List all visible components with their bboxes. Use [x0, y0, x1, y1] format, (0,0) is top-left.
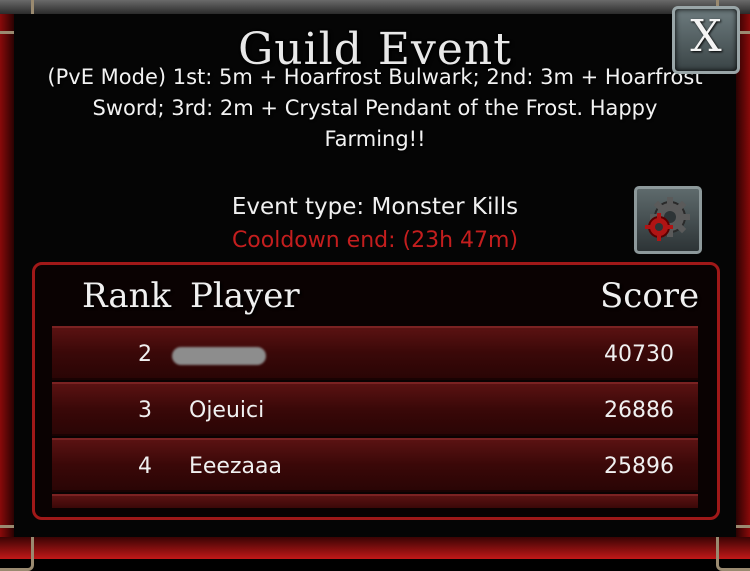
row-player: Eeezaaa	[189, 454, 282, 479]
rank-column-header: Rank	[82, 276, 172, 316]
table-row[interactable]: 4 Eeezaaa 25896	[52, 438, 698, 492]
close-button[interactable]: X	[672, 6, 740, 74]
frame-bottom-edge	[0, 537, 750, 559]
event-description: (PvE Mode) 1st: 5m + Hoarfrost Bulwark; …	[47, 65, 703, 151]
settings-button[interactable]	[634, 186, 702, 254]
row-player: Ojeuici	[189, 398, 265, 423]
row-score: 26886	[604, 398, 674, 423]
cooldown-label: Cooldown end: (23h 47m)	[231, 228, 519, 253]
event-type-label: Event type: Monster Kills	[231, 194, 519, 220]
row-rank: 4	[138, 454, 152, 479]
obscured-player-name	[172, 347, 266, 365]
row-rank: 3	[138, 398, 152, 423]
row-rank: 2	[138, 342, 152, 367]
frame-left-edge	[0, 14, 14, 559]
frame-right-edge	[736, 14, 750, 559]
table-row[interactable]: 3 Ojeuici 26886	[52, 382, 698, 436]
table-row[interactable]: 2 40730	[52, 326, 698, 380]
frame-top-bar	[0, 0, 750, 14]
score-column-header: Score	[600, 276, 700, 316]
player-column-header: Player	[190, 276, 300, 316]
gear-icon	[645, 197, 690, 241]
row-score: 40730	[604, 342, 674, 367]
row-score: 25896	[604, 454, 674, 479]
close-icon: X	[690, 11, 722, 62]
table-row-partial	[52, 494, 698, 508]
